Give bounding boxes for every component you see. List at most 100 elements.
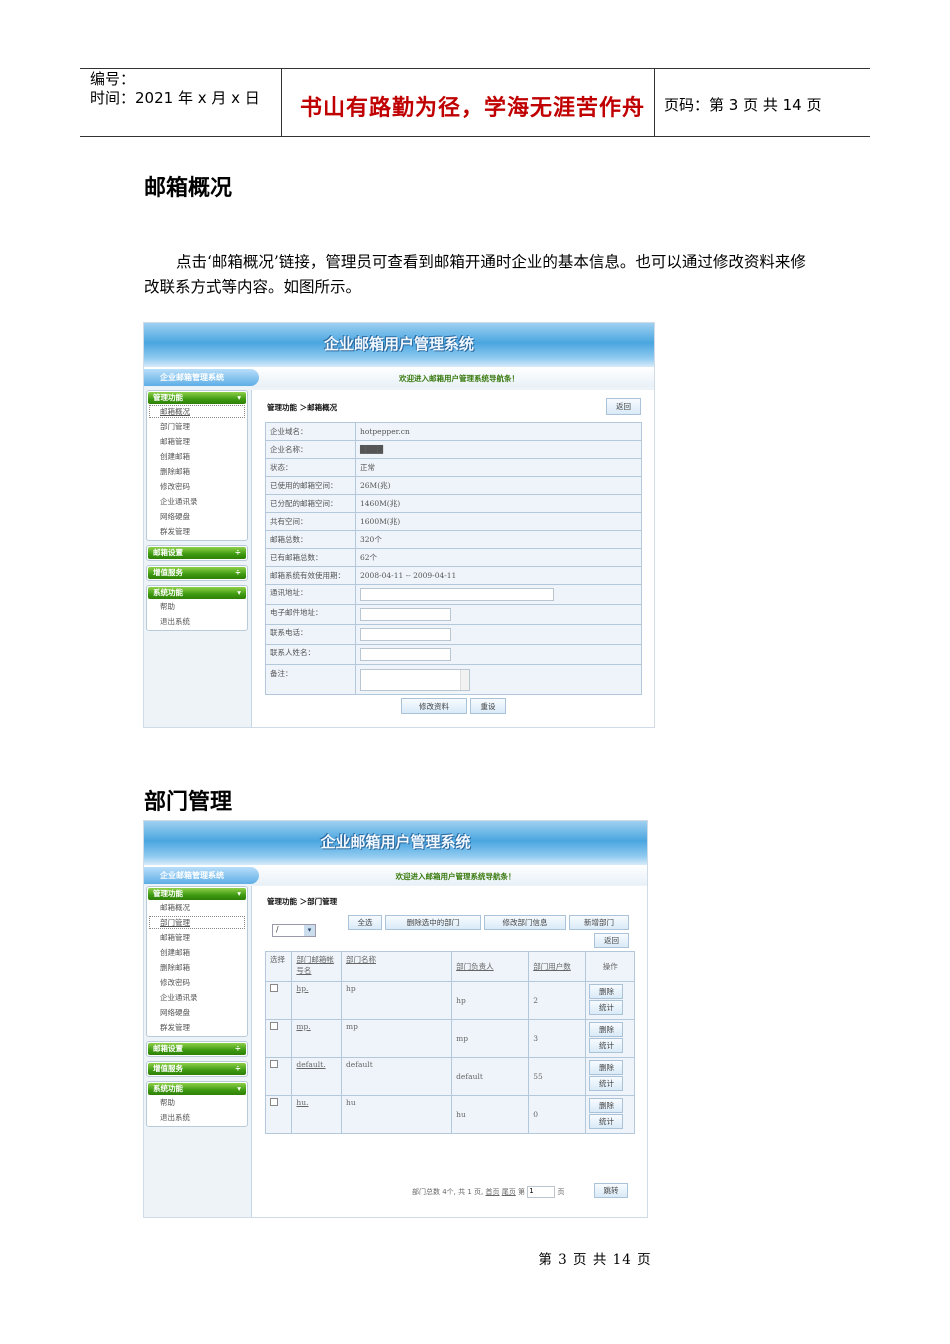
sidebar-item[interactable]: 创建邮箱 (148, 945, 246, 960)
header-page-number: 页码：第 3 页 共 14 页 (664, 96, 822, 114)
add-department-button[interactable]: 新增部门 (569, 915, 629, 930)
modify-info-button[interactable]: 修改资料 (401, 698, 467, 714)
sidebar-item[interactable]: 帮助 (148, 599, 246, 614)
account-link[interactable]: mp. (296, 1022, 310, 1031)
sidebar-item[interactable]: 修改密码 (148, 975, 246, 990)
sidebar-item[interactable]: 创建邮箱 (148, 449, 246, 464)
delete-selected-button[interactable]: 删除选中的部门 (385, 915, 481, 930)
sidebar-item[interactable]: 网络硬盘 (148, 509, 246, 524)
sidebar-item[interactable]: 修改密码 (148, 479, 246, 494)
account-link[interactable]: hu. (296, 1098, 308, 1107)
chevron-down-icon[interactable]: ▾ (304, 925, 315, 936)
sidebar-group-header[interactable]: 邮箱设置 ÷ (148, 547, 246, 559)
column-header-label[interactable]: 部门邮箱帐号名 (296, 955, 334, 975)
sidebar-item[interactable]: 退出系统 (148, 1110, 246, 1125)
sidebar-item[interactable]: 邮箱管理 (148, 930, 246, 945)
sidebar-group-header[interactable]: 增值服务 ÷ (148, 567, 246, 579)
sidebar-item[interactable]: 邮箱管理 (148, 434, 246, 449)
row-checkbox[interactable] (270, 1098, 278, 1106)
column-header-label: 操作 (602, 962, 618, 971)
select-all-button[interactable]: 全选 (348, 915, 382, 930)
remark-textarea[interactable] (360, 668, 470, 691)
sidebar-group-header[interactable]: 系统功能 ▾ (148, 587, 246, 599)
account-link[interactable]: hp. (296, 984, 308, 993)
column-header-label[interactable]: 部门负责人 (456, 962, 494, 971)
column-header[interactable]: 部门名称 (340, 951, 453, 982)
sidebar-item[interactable]: 删除邮箱 (148, 960, 246, 975)
field-label: 企业名称： (265, 440, 356, 459)
back-button[interactable]: 返回 (594, 933, 629, 948)
account-link[interactable]: default. (296, 1060, 325, 1069)
page-input[interactable]: 1 (527, 1186, 556, 1198)
text-input[interactable] (360, 608, 451, 621)
sidebar-item[interactable]: 部门管理 (148, 419, 246, 434)
field-value: ████ (355, 440, 642, 459)
edit-department-button[interactable]: 修改部门信息 (484, 915, 566, 930)
sidebar-group-header[interactable]: 增值服务 ÷ (148, 1063, 246, 1075)
text-input[interactable] (360, 588, 554, 601)
stats-button[interactable]: 统计 (589, 1000, 624, 1015)
select-cell (264, 1019, 293, 1058)
column-header[interactable]: 部门用户数 (528, 951, 587, 982)
scrollbar[interactable] (460, 669, 469, 690)
app-title: 企业邮箱用户管理系统 (320, 833, 471, 851)
sidebar-item[interactable]: 部门管理 (148, 915, 246, 930)
row-checkbox[interactable] (270, 1022, 278, 1030)
select-cell (264, 981, 293, 1020)
doc-time: 时间：2021 年 x 月 x 日 (90, 89, 260, 107)
sidebar-item[interactable]: 网络硬盘 (148, 1005, 246, 1020)
sidebar-item[interactable]: 群发管理 (148, 1020, 246, 1035)
account-cell: mp. (291, 1019, 342, 1058)
dept-filter-select[interactable]: / ▾ (272, 924, 316, 937)
back-button[interactable]: 返回 (606, 398, 641, 415)
sidebar-item[interactable]: 企业通讯录 (148, 494, 246, 509)
field-input-cell (355, 644, 642, 665)
jump-button[interactable]: 跳转 (594, 1183, 628, 1198)
field-value: 1460M(兆) (355, 494, 642, 513)
stats-button[interactable]: 统计 (589, 1038, 624, 1053)
sidebar-item[interactable]: 企业通讯录 (148, 990, 246, 1005)
sidebar-item[interactable]: 群发管理 (148, 524, 246, 539)
row-checkbox[interactable] (270, 1060, 278, 1068)
delete-button[interactable]: 删除 (589, 1060, 624, 1075)
stats-button[interactable]: 统计 (589, 1076, 624, 1091)
sidebar-item[interactable]: 删除邮箱 (148, 464, 246, 479)
column-header-label[interactable]: 部门用户数 (533, 962, 571, 971)
sidebar-group-header[interactable]: 管理功能 ▾ (148, 888, 246, 900)
column-header[interactable]: 部门负责人 (451, 951, 530, 982)
sidebar-item[interactable]: 邮箱概况 (148, 404, 246, 419)
actions-cell: 删除 统计 (585, 1095, 635, 1134)
doc-number: 编号： (90, 70, 136, 88)
page-footer: 第 3 页 共 14 页 (538, 1252, 652, 1268)
column-header-label[interactable]: 部门名称 (346, 955, 376, 964)
row-checkbox[interactable] (270, 984, 278, 992)
page-prefix: 第 (517, 1188, 525, 1196)
name-cell: default (340, 1057, 453, 1096)
delete-button[interactable]: 删除 (589, 1098, 624, 1113)
column-header[interactable]: 部门邮箱帐号名 (291, 951, 342, 982)
field-label: 联系电话： (265, 624, 356, 645)
delete-button[interactable]: 删除 (589, 1022, 624, 1037)
first-page-link[interactable]: 首页 (486, 1188, 500, 1196)
account-cell: hu. (291, 1095, 342, 1134)
field-label: 邮箱系统有效使用期： (265, 566, 356, 585)
sidebar-group: 增值服务 ÷ (146, 565, 248, 581)
field-label: 通讯地址： (265, 584, 356, 605)
name-cell: hu (340, 1095, 453, 1134)
text-input[interactable] (360, 648, 451, 661)
text-input[interactable] (360, 628, 451, 641)
sidebar-group-header[interactable]: 管理功能 ▾ (148, 392, 246, 404)
sidebar-item[interactable]: 退出系统 (148, 614, 246, 629)
delete-button[interactable]: 删除 (589, 984, 624, 999)
welcome-text: 欢迎进入邮箱用户管理系统导航条！ (399, 374, 519, 383)
sidebar-group-header[interactable]: 系统功能 ▾ (148, 1083, 246, 1095)
sidebar-group-title: 系统功能 (153, 1084, 183, 1093)
sidebar-item[interactable]: 帮助 (148, 1095, 246, 1110)
field-value: 正常 (355, 458, 642, 477)
chevron-icon: ÷ (234, 548, 241, 557)
last-page-link[interactable]: 尾页 (502, 1188, 516, 1196)
sidebar-item[interactable]: 邮箱概况 (148, 900, 246, 915)
stats-button[interactable]: 统计 (589, 1114, 624, 1129)
sidebar-group-header[interactable]: 邮箱设置 ÷ (148, 1043, 246, 1055)
reset-button[interactable]: 重设 (470, 698, 506, 714)
